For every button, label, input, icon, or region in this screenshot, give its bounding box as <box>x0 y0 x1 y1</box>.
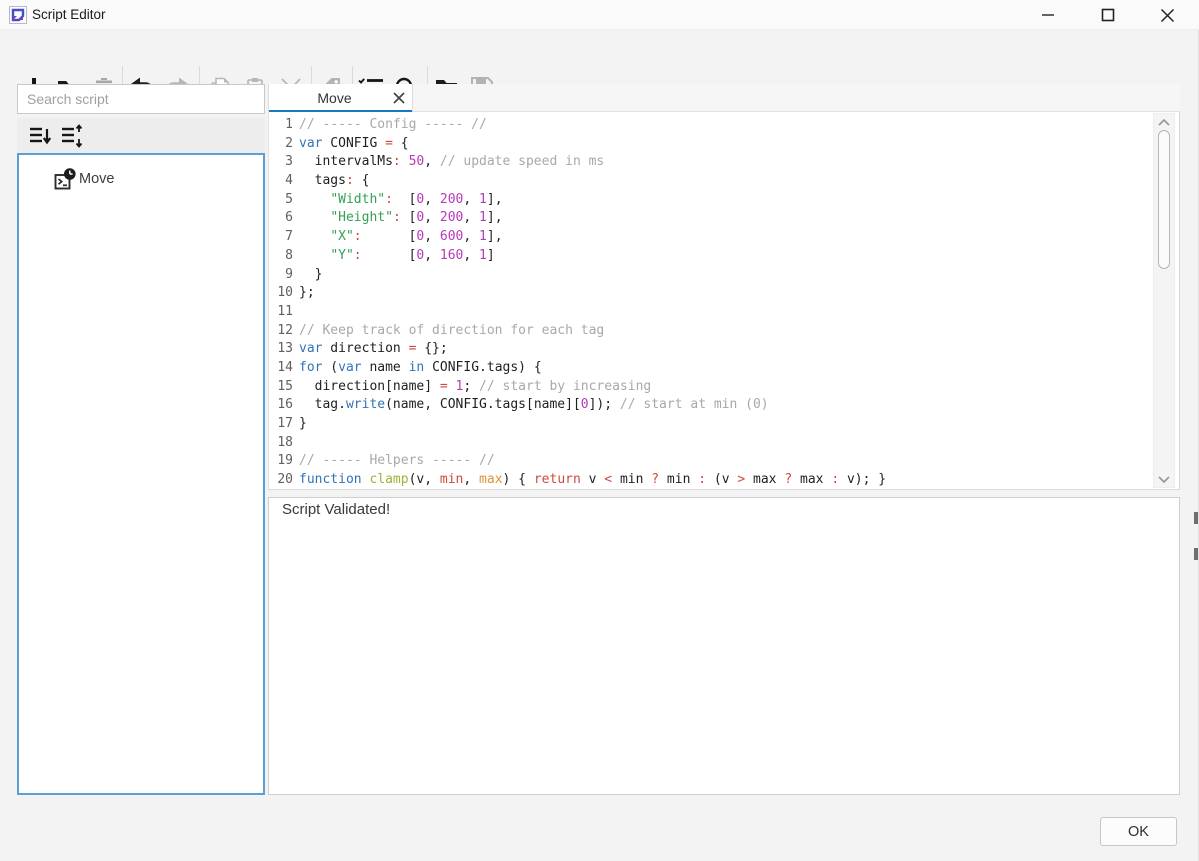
scrollbar-thumb[interactable] <box>1158 130 1170 269</box>
minimize-icon <box>1041 8 1055 22</box>
sort-descending-button[interactable] <box>27 123 53 149</box>
toolbar <box>0 30 1199 82</box>
sort-down-icon <box>28 124 52 148</box>
sort-bar <box>17 118 265 153</box>
timer-script-icon <box>53 167 77 191</box>
tab-close-button[interactable] <box>386 84 412 112</box>
scroll-up-button[interactable] <box>1154 114 1174 130</box>
tab-close-icon <box>393 92 405 104</box>
maximize-icon <box>1101 8 1115 22</box>
close-button[interactable] <box>1146 0 1188 30</box>
ok-button[interactable]: OK <box>1100 817 1177 846</box>
code-editor[interactable]: 1// ----- Config ----- //2var CONFIG = {… <box>268 112 1180 490</box>
editor-vertical-scrollbar[interactable] <box>1153 113 1175 488</box>
tab-move[interactable]: Move <box>268 84 413 112</box>
scroll-down-button[interactable] <box>1154 471 1174 487</box>
app-logo-icon <box>9 6 27 24</box>
maximize-button[interactable] <box>1087 0 1129 30</box>
window-title: Script Editor <box>32 0 106 30</box>
script-editor-window: Script Editor <box>0 0 1199 861</box>
sort-toggle-button[interactable] <box>59 123 85 149</box>
tab-label: Move <box>269 90 386 106</box>
sort-updown-icon <box>60 124 84 148</box>
validation-output-panel: Script Validated! <box>268 497 1180 795</box>
tab-bar: Move <box>268 84 1180 112</box>
validation-message: Script Validated! <box>282 501 390 518</box>
chevron-up-icon <box>1158 119 1170 126</box>
minimize-button[interactable] <box>1027 0 1069 30</box>
window-edge-grip <box>1194 512 1198 524</box>
search-input[interactable] <box>17 84 265 114</box>
tree-item-move[interactable]: Move <box>53 167 114 191</box>
title-bar: Script Editor <box>0 0 1199 30</box>
script-tree[interactable]: Move <box>17 153 265 795</box>
window-edge-grip <box>1194 548 1198 560</box>
code-lines: 1// ----- Config ----- //2var CONFIG = {… <box>269 116 886 490</box>
chevron-down-icon <box>1158 476 1170 483</box>
close-icon <box>1160 8 1175 23</box>
tree-item-label: Move <box>79 171 114 187</box>
